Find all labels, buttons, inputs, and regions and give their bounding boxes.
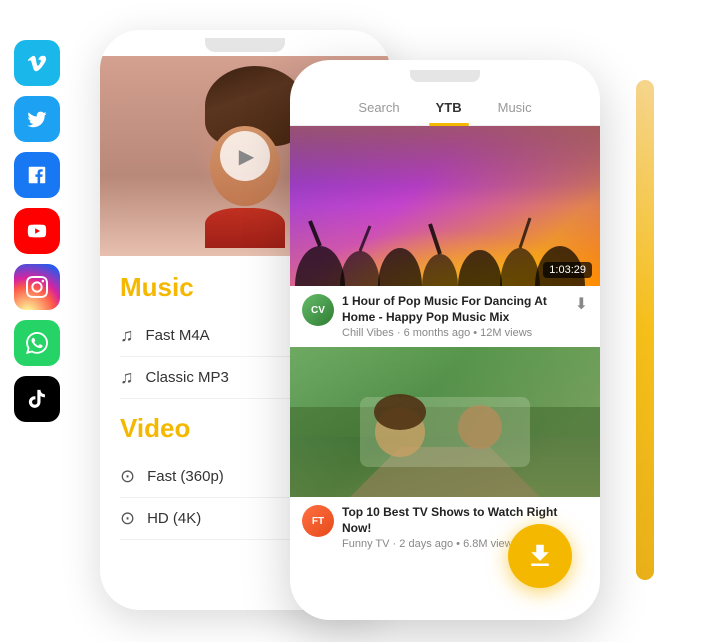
video-title-1: 1 Hour of Pop Music For Dancing At Home … xyxy=(342,294,567,325)
scene: ▶ Music ♫ Fast M4A ♫ Classic MP3 Video ⊙… xyxy=(0,0,722,642)
video-sub-1: Chill Vibes · 6 months ago • 12M views xyxy=(342,327,567,339)
format-label-4k: HD (4K) xyxy=(147,510,201,527)
twitter-icon[interactable] xyxy=(14,96,60,142)
music-icon-1: ♫ xyxy=(120,325,134,346)
phone1-notch xyxy=(205,38,285,52)
video-icon-1: ⊙ xyxy=(120,466,135,487)
vimeo-icon[interactable] xyxy=(14,40,60,86)
video-meta-1: 1 Hour of Pop Music For Dancing At Home … xyxy=(342,294,567,339)
format-label-360p: Fast (360p) xyxy=(147,468,224,485)
play-button[interactable]: ▶ xyxy=(220,131,270,181)
phone2: Search YTB Music xyxy=(290,60,600,620)
phone2-tabs: Search YTB Music xyxy=(290,86,600,126)
video-card-1[interactable]: 1:03:29 CV 1 Hour of Pop Music For Danci… xyxy=(290,126,600,347)
facebook-icon[interactable] xyxy=(14,152,60,198)
phone2-notch xyxy=(410,70,480,82)
instagram-icon[interactable] xyxy=(14,264,60,310)
music-icon-2: ♫ xyxy=(120,367,134,388)
youtube-icon[interactable] xyxy=(14,208,60,254)
format-label-mp3: Classic MP3 xyxy=(146,369,229,386)
tab-music[interactable]: Music xyxy=(480,94,550,121)
tiktok-icon[interactable] xyxy=(14,376,60,422)
channel-avatar-1: CV xyxy=(302,294,334,326)
social-icons-list xyxy=(14,40,60,422)
video-info-1: CV 1 Hour of Pop Music For Dancing At Ho… xyxy=(290,286,600,347)
phone2-top-bar xyxy=(290,60,600,86)
phone1-top-bar xyxy=(100,30,390,56)
gold-bar-decoration xyxy=(636,80,654,580)
tab-ytb[interactable]: YTB xyxy=(418,94,480,121)
video-thumbnail-1: 1:03:29 xyxy=(290,126,600,286)
whatsapp-icon[interactable] xyxy=(14,320,60,366)
channel-avatar-2: FT xyxy=(302,505,334,537)
download-icon-small-1[interactable]: ⬇ xyxy=(575,294,588,314)
video-duration-1: 1:03:29 xyxy=(543,262,592,278)
video-icon-2: ⊙ xyxy=(120,508,135,529)
tab-search[interactable]: Search xyxy=(340,94,417,121)
format-label-m4a: Fast M4A xyxy=(146,327,210,344)
download-fab-button[interactable] xyxy=(508,524,572,588)
video-thumbnail-2 xyxy=(290,347,600,497)
